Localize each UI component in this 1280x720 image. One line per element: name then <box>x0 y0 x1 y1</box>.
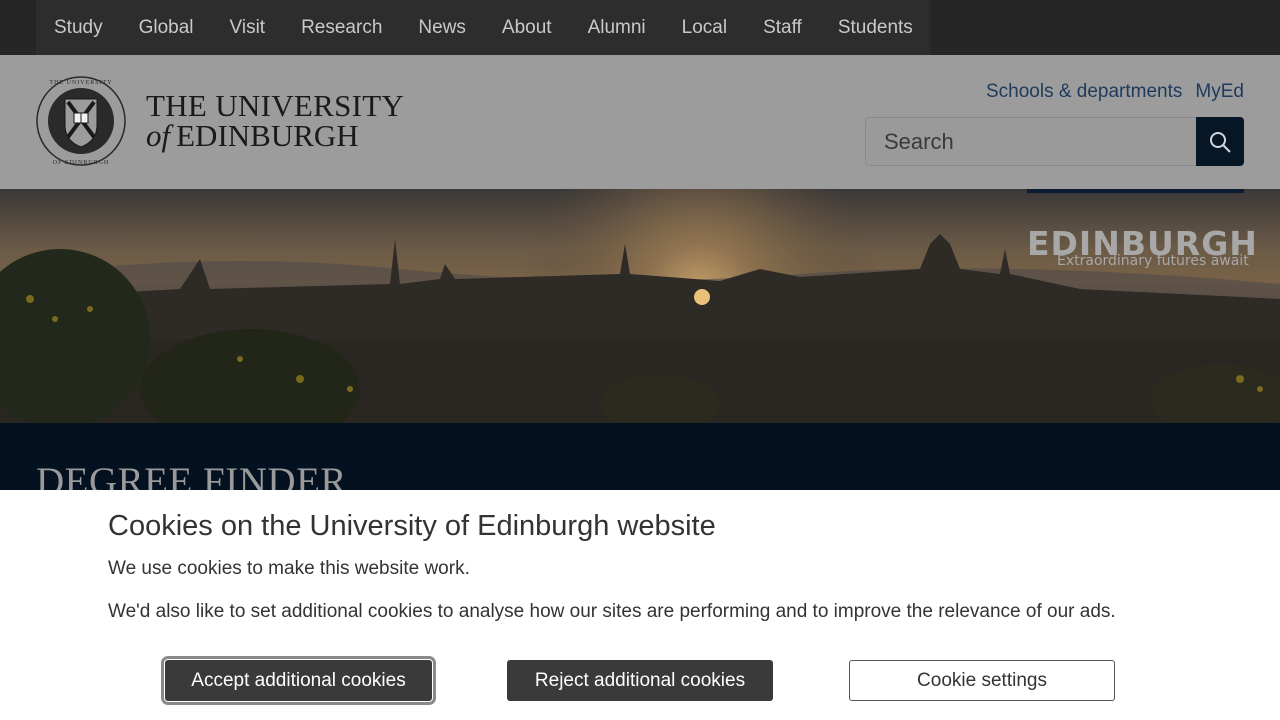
nav-link-study[interactable]: Study <box>36 0 121 55</box>
wordmark-line-1: THE UNIVERSITY <box>146 88 405 123</box>
reject-cookies-button[interactable]: Reject additional cookies <box>507 660 773 701</box>
cookie-settings-button[interactable]: Cookie settings <box>849 660 1115 701</box>
brand-tagline: Extraordinary futures await <box>1057 253 1249 269</box>
site-header: THE UNIVERSITY OF EDINBURGH THE UNIVERSI… <box>0 55 1280 189</box>
myed-link[interactable]: MyEd <box>1195 81 1244 103</box>
cookie-banner: Cookies on the University of Edinburgh w… <box>0 490 1280 720</box>
nav-link-students[interactable]: Students <box>820 0 931 55</box>
svg-text:OF EDINBURGH: OF EDINBURGH <box>53 160 110 166</box>
cookie-banner-text-2: We'd also like to set additional cookies… <box>108 601 1116 622</box>
nav-link-alumni[interactable]: Alumni <box>570 0 664 55</box>
wordmark-line-2: of EDINBURGH <box>146 118 404 153</box>
nav-link-visit[interactable]: Visit <box>212 0 284 55</box>
search-icon <box>1210 131 1231 153</box>
nav-link-research[interactable]: Research <box>283 0 400 55</box>
svg-text:THE UNIVERSITY: THE UNIVERSITY <box>49 80 112 86</box>
cookie-banner-text-1: We use cookies to make this website work… <box>108 558 470 579</box>
university-wordmark[interactable]: THE UNIVERSITY of EDINBURGH <box>146 88 405 153</box>
schools-departments-link[interactable]: Schools & departments <box>986 81 1182 103</box>
cookie-banner-title: Cookies on the University of Edinburgh w… <box>108 510 716 542</box>
edinburgh-brand-logo: EDINBURGH Extraordinary futures await <box>1027 226 1258 269</box>
page-title-band: DEGREE FINDER <box>0 423 1280 503</box>
nav-link-staff[interactable]: Staff <box>745 0 820 55</box>
accept-cookies-button[interactable]: Accept additional cookies <box>161 656 436 705</box>
search-field-wrapper <box>865 117 1197 166</box>
search-input[interactable] <box>866 118 1196 165</box>
top-nav: Study Global Visit Research News About A… <box>36 0 930 55</box>
nav-link-global[interactable]: Global <box>121 0 212 55</box>
top-navigation-bar: Study Global Visit Research News About A… <box>0 0 1280 55</box>
nav-link-news[interactable]: News <box>400 0 484 55</box>
brand-top-rule <box>1027 189 1244 193</box>
utility-links: Schools & departments MyEd <box>986 81 1244 103</box>
nav-link-about[interactable]: About <box>484 0 570 55</box>
wordmark-of: of <box>146 118 171 153</box>
nav-link-local[interactable]: Local <box>664 0 745 55</box>
university-crest-icon[interactable]: THE UNIVERSITY OF EDINBURGH <box>35 75 127 167</box>
wordmark-edinburgh: EDINBURGH <box>176 118 359 153</box>
search-button[interactable] <box>1196 117 1244 166</box>
